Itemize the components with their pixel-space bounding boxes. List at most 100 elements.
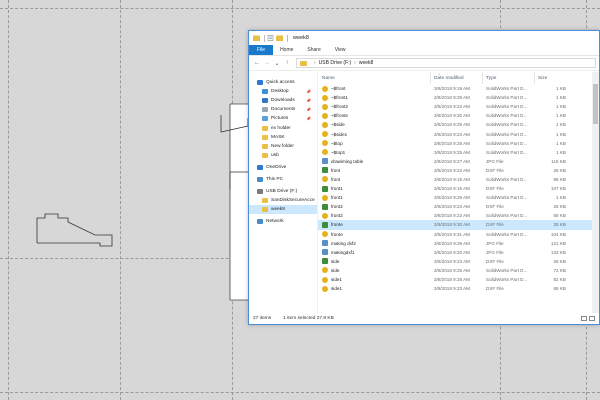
file-name-cell: side1 <box>318 276 431 283</box>
file-name: ~$front1 <box>331 95 348 101</box>
nav-item-label: USB Drive (F:) <box>266 189 298 195</box>
file-name-cell: front <box>318 176 431 183</box>
file-row[interactable]: side1 3/8/2018 9:25 AM SolidWorks Part D..… <box>318 275 599 284</box>
file-row[interactable]: ~$top1 3/8/2018 9:25 AM SolidWorks Part D.… <box>318 148 599 157</box>
tab-home[interactable]: Home <box>273 45 300 55</box>
nav-item[interactable]: usb <box>249 151 317 160</box>
file-row[interactable]: ~$side1 3/8/2018 9:23 AM SolidWorks Part D… <box>318 129 599 138</box>
breadcrumb-folder[interactable]: week8 <box>359 60 373 66</box>
column-name[interactable]: Name <box>318 72 431 84</box>
file-row[interactable]: front 3/8/2018 9:22 AM DXF File 26 KB <box>318 166 599 175</box>
nav-item[interactable]: Pictures 📌 <box>249 114 317 123</box>
pin-icon[interactable]: 📌 <box>306 98 311 103</box>
address-bar[interactable]: › USB Drive (F:) › week8 <box>296 58 596 68</box>
file-type: DXF File <box>486 286 504 292</box>
nav-item[interactable]: Documents 📌 <box>249 105 317 114</box>
nav-item-label: week8 <box>271 207 285 213</box>
file-row[interactable]: side 3/8/2018 9:23 AM DXF File 26 KB <box>318 257 599 266</box>
pin-icon[interactable]: 📌 <box>306 89 311 94</box>
file-type: SolidWorks Part D... <box>486 195 528 201</box>
nav-item[interactable]: Network <box>249 217 317 226</box>
recent-locations-chevron-icon[interactable]: ⌄ <box>272 60 282 67</box>
file-row[interactable]: side1 3/8/2018 9:23 AM DXF File 68 KB <box>318 284 599 293</box>
title-bar[interactable]: week8 <box>249 31 599 45</box>
file-type: SolidWorks Part D... <box>486 149 528 155</box>
file-name: side <box>331 258 340 264</box>
cad-part-profile <box>36 213 113 247</box>
tab-file[interactable]: File <box>249 45 274 55</box>
tab-share[interactable]: Share <box>300 45 327 55</box>
nav-item[interactable]: MASK <box>249 133 317 142</box>
nav-item[interactable]: USB Drive (F:) <box>249 187 317 196</box>
file-row[interactable]: fronte 3/8/2018 9:31 AM SolidWorks Part D.… <box>318 230 599 239</box>
large-icons-view-icon[interactable] <box>589 316 595 321</box>
details-view-icon[interactable] <box>581 316 587 321</box>
file-row[interactable]: ~$front 3/8/2018 9:19 AM SolidWorks Part D… <box>318 84 599 93</box>
up-arrow-icon[interactable]: ↑ <box>282 60 292 66</box>
file-row[interactable]: fronte 3/8/2018 9:30 AM DXF File 28 KB <box>318 220 599 230</box>
nav-item[interactable]: Quick access <box>249 78 317 87</box>
file-type: SolidWorks Part D... <box>486 213 528 219</box>
file-size: 26 KB <box>553 204 566 210</box>
new-folder-icon[interactable] <box>276 35 283 41</box>
breadcrumb-drive[interactable]: USB Drive (F:) <box>319 60 352 66</box>
tab-view[interactable]: View <box>328 45 353 55</box>
file-date: 3/8/2018 9:20 AM <box>434 249 471 255</box>
nav-item[interactable]: SanDiskSecureAcce <box>249 196 317 205</box>
file-row[interactable]: ~$fronte 3/8/2018 9:30 AM SolidWorks Part … <box>318 111 599 120</box>
file-row[interactable]: ~$front2 3/8/2018 9:22 AM SolidWorks Part … <box>318 102 599 111</box>
dxf-file-icon <box>322 167 328 174</box>
file-type: SolidWorks Part D... <box>486 122 528 128</box>
file-row[interactable]: side 3/8/2018 9:25 AM SolidWorks Part D...… <box>318 266 599 275</box>
properties-icon[interactable] <box>267 35 274 41</box>
nav-item[interactable]: Downloads 📌 <box>249 96 317 105</box>
file-row[interactable]: front1 3/8/2018 9:19 AM DXF File 107 KB <box>318 184 599 193</box>
nav-item[interactable]: ex holder <box>249 123 317 132</box>
nav-item-label: MASK <box>271 134 285 140</box>
file-date: 3/8/2018 9:19 AM <box>434 186 471 192</box>
pin-icon[interactable]: 📌 <box>306 116 311 121</box>
nav-item[interactable]: week8 <box>249 205 317 215</box>
file-date: 3/8/2018 9:31 AM <box>434 231 471 237</box>
file-name: fronte <box>331 231 343 237</box>
image-file-icon <box>322 240 328 247</box>
forward-arrow-icon[interactable]: → <box>262 60 272 66</box>
file-row[interactable]: ~$side 3/8/2018 9:25 AM SolidWorks Part D.… <box>318 120 599 129</box>
file-row[interactable]: makingdxf1 3/8/2018 9:20 AM JPG File 133 KB <box>318 248 599 257</box>
file-row[interactable]: ~$front1 3/8/2018 9:29 AM SolidWorks Part … <box>318 93 599 102</box>
column-type[interactable]: Type <box>483 72 535 84</box>
vertical-scrollbar[interactable] <box>592 72 599 313</box>
file-date: 3/8/2018 9:25 AM <box>434 149 471 155</box>
file-row[interactable]: front2 3/8/2018 9:22 AM SolidWorks Part D.… <box>318 211 599 220</box>
scrollbar-thumb[interactable] <box>593 84 598 124</box>
column-header-row: ^ Name Date modified Type Size <box>318 72 599 84</box>
file-date: 3/8/2018 9:25 AM <box>434 122 471 128</box>
file-row[interactable]: front2 3/8/2018 9:23 AM DXF File 26 KB <box>318 202 599 211</box>
file-name-cell: side1 <box>318 285 431 292</box>
file-name-cell: fronte <box>318 221 431 228</box>
file-row[interactable]: drawiming table 3/8/2018 9:27 AM JPG File 1… <box>318 157 599 166</box>
file-row[interactable]: front1 3/8/2018 9:29 AM SolidWorks Part D.… <box>318 193 599 202</box>
nav-item[interactable]: This PC <box>249 175 317 184</box>
file-explorer-window[interactable]: week8 File Home Share View ← → ⌄ ↑ › USB… <box>248 30 600 325</box>
file-name-cell: front2 <box>318 203 431 210</box>
nav-item-label: This PC <box>266 176 284 182</box>
file-type: JPG File <box>486 158 504 164</box>
file-list[interactable]: ^ Name Date modified Type Size ~$front 3/… <box>318 72 599 313</box>
file-name-cell: drawiming table <box>318 158 431 165</box>
column-size[interactable]: Size <box>535 72 569 84</box>
back-arrow-icon[interactable]: ← <box>252 60 262 66</box>
file-size: 1 KB <box>556 95 566 101</box>
solidworks-file-icon <box>322 231 328 238</box>
pin-icon[interactable]: 📌 <box>306 107 311 112</box>
file-name-cell: fronte <box>318 231 431 238</box>
nav-item[interactable]: New folder <box>249 142 317 151</box>
file-row[interactable]: ~$top 3/8/2018 9:25 AM SolidWorks Part D..… <box>318 139 599 148</box>
ribbon-tabs: File Home Share View <box>249 45 599 56</box>
nav-item[interactable]: OneDrive <box>249 163 317 172</box>
navigation-pane[interactable]: Quick access Desktop 📌 Downloads 📌 Documents 📌… <box>249 72 318 313</box>
file-row[interactable]: front 3/8/2018 9:19 AM SolidWorks Part D..… <box>318 175 599 184</box>
nav-item[interactable]: Desktop 📌 <box>249 87 317 96</box>
pictures-icon <box>262 116 268 122</box>
file-row[interactable]: making dxf2 3/8/2018 9:29 AM JPG File 121 K… <box>318 239 599 248</box>
